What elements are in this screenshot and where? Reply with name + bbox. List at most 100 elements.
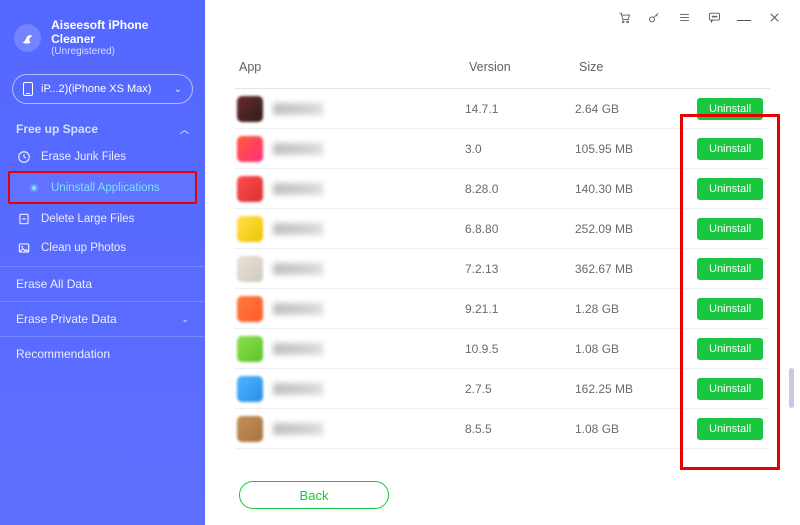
divider (0, 336, 205, 337)
main-panel: App Version Size 14.7.12.64 GBUninstall3… (205, 0, 800, 525)
phone-icon (23, 82, 33, 96)
app-icon (237, 256, 263, 282)
app-size: 252.09 MB (575, 222, 685, 236)
app-name-blurred (273, 263, 323, 275)
key-icon[interactable] (646, 9, 662, 25)
image-icon (16, 240, 31, 255)
brand-block: Aiseesoft iPhone Cleaner (Unregistered) (0, 8, 205, 72)
minimize-button[interactable] (736, 9, 752, 25)
app-icon (237, 176, 263, 202)
nav-section-label: Erase All Data (16, 277, 92, 291)
app-icon (237, 136, 263, 162)
uninstall-button[interactable]: Uninstall (697, 338, 763, 360)
app-subtitle: (Unregistered) (51, 46, 191, 58)
sidebar-item-clean-photos[interactable]: Clean up Photos (0, 233, 205, 262)
content-area: App Version Size 14.7.12.64 GBUninstall3… (205, 34, 800, 471)
column-headers: App Version Size (235, 34, 770, 88)
app-title: Aiseesoft iPhone Cleaner (51, 18, 191, 46)
window-titlebar (205, 0, 800, 34)
divider (0, 301, 205, 302)
menu-icon[interactable] (676, 9, 692, 25)
app-name-blurred (273, 343, 323, 355)
sidebar-item-uninstall-apps[interactable]: Uninstall Applications (10, 173, 195, 202)
app-version: 9.21.1 (465, 302, 575, 316)
table-row: 9.21.11.28 GB Uninstall (235, 289, 770, 329)
app-icon (237, 416, 263, 442)
app-icon (237, 296, 263, 322)
app-size: 1.08 GB (575, 342, 685, 356)
sidebar-item-label: Uninstall Applications (51, 182, 160, 194)
back-button[interactable]: Back (239, 481, 389, 509)
table-row: 8.28.0140.30 MB Uninstall (235, 169, 770, 209)
chevron-down-icon: ⌄ (181, 314, 189, 325)
app-name-blurred (273, 383, 323, 395)
cart-icon[interactable] (616, 9, 632, 25)
app-version: 8.5.5 (465, 422, 575, 436)
uninstall-button[interactable]: Uninstall (697, 418, 763, 440)
app-icon (237, 96, 263, 122)
app-icon (237, 376, 263, 402)
sidebar-item-erase-junk[interactable]: Erase Junk Files (0, 142, 205, 171)
footer: Back (205, 471, 800, 525)
app-version: 6.8.80 (465, 222, 575, 236)
uninstall-button[interactable]: Uninstall (697, 218, 763, 240)
uninstall-button[interactable]: Uninstall (697, 98, 763, 120)
app-version: 10.9.5 (465, 342, 575, 356)
device-selector[interactable]: iP...2)(iPhone XS Max) ⌄ (12, 74, 193, 104)
chevron-up-icon: ︿ (180, 123, 189, 136)
gear-plus-icon (26, 180, 41, 195)
close-button[interactable] (766, 9, 782, 25)
app-icon (237, 216, 263, 242)
uninstall-button[interactable]: Uninstall (697, 298, 763, 320)
app-size: 1.28 GB (575, 302, 685, 316)
sidebar: Aiseesoft iPhone Cleaner (Unregistered) … (0, 0, 205, 525)
device-label: iP...2)(iPhone XS Max) (41, 83, 166, 95)
uninstall-button[interactable]: Uninstall (697, 138, 763, 160)
app-size: 162.25 MB (575, 382, 685, 396)
col-header-app: App (239, 60, 469, 74)
app-name-blurred (273, 183, 323, 195)
nav-section-label: Free up Space (16, 122, 98, 136)
col-header-version: Version (469, 60, 579, 74)
app-logo-icon (14, 24, 41, 52)
chevron-down-icon: ⌄ (174, 84, 182, 95)
clock-icon (16, 149, 31, 164)
app-version: 7.2.13 (465, 262, 575, 276)
highlight-uninstall-nav: Uninstall Applications (8, 171, 197, 204)
divider (0, 266, 205, 267)
file-minus-icon (16, 211, 31, 226)
table-row: 10.9.51.08 GB Uninstall (235, 329, 770, 369)
nav-section-erase-all[interactable]: Erase All Data (0, 271, 205, 297)
chat-icon[interactable] (706, 9, 722, 25)
app-version: 14.7.1 (465, 102, 575, 116)
sidebar-item-delete-large[interactable]: Delete Large Files (0, 204, 205, 233)
sidebar-item-label: Erase Junk Files (41, 151, 126, 163)
app-name-blurred (273, 303, 323, 315)
app-name-blurred (273, 223, 323, 235)
uninstall-button[interactable]: Uninstall (697, 378, 763, 400)
nav-section-recommendation[interactable]: Recommendation (0, 341, 205, 367)
table-row: 7.2.13362.67 MB Uninstall (235, 249, 770, 289)
uninstall-button[interactable]: Uninstall (697, 258, 763, 280)
app-list: 14.7.12.64 GB Uninstall 3.0105.95 MB Uninst… (235, 88, 770, 449)
col-header-action (689, 60, 766, 74)
app-version: 2.7.5 (465, 382, 575, 396)
col-header-size: Size (579, 60, 689, 74)
app-size: 362.67 MB (575, 262, 685, 276)
nav-section-free-up-space[interactable]: Free up Space ︿ (0, 116, 205, 142)
app-size: 140.30 MB (575, 182, 685, 196)
app-version: 8.28.0 (465, 182, 575, 196)
nav-section-label: Recommendation (16, 347, 110, 361)
uninstall-button[interactable]: Uninstall (697, 178, 763, 200)
app-size: 105.95 MB (575, 142, 685, 156)
scrollbar-thumb[interactable] (789, 368, 794, 408)
table-row: 14.7.12.64 GB Uninstall (235, 89, 770, 129)
table-row: 6.8.80252.09 MB Uninstall (235, 209, 770, 249)
app-name-blurred (273, 423, 323, 435)
table-row: 2.7.5162.25 MB Uninstall (235, 369, 770, 409)
app-size: 2.64 GB (575, 102, 685, 116)
nav-section-erase-private[interactable]: Erase Private Data ⌄ (0, 306, 205, 332)
app-version: 3.0 (465, 142, 575, 156)
app-name-blurred (273, 143, 323, 155)
table-row: 3.0105.95 MB Uninstall (235, 129, 770, 169)
